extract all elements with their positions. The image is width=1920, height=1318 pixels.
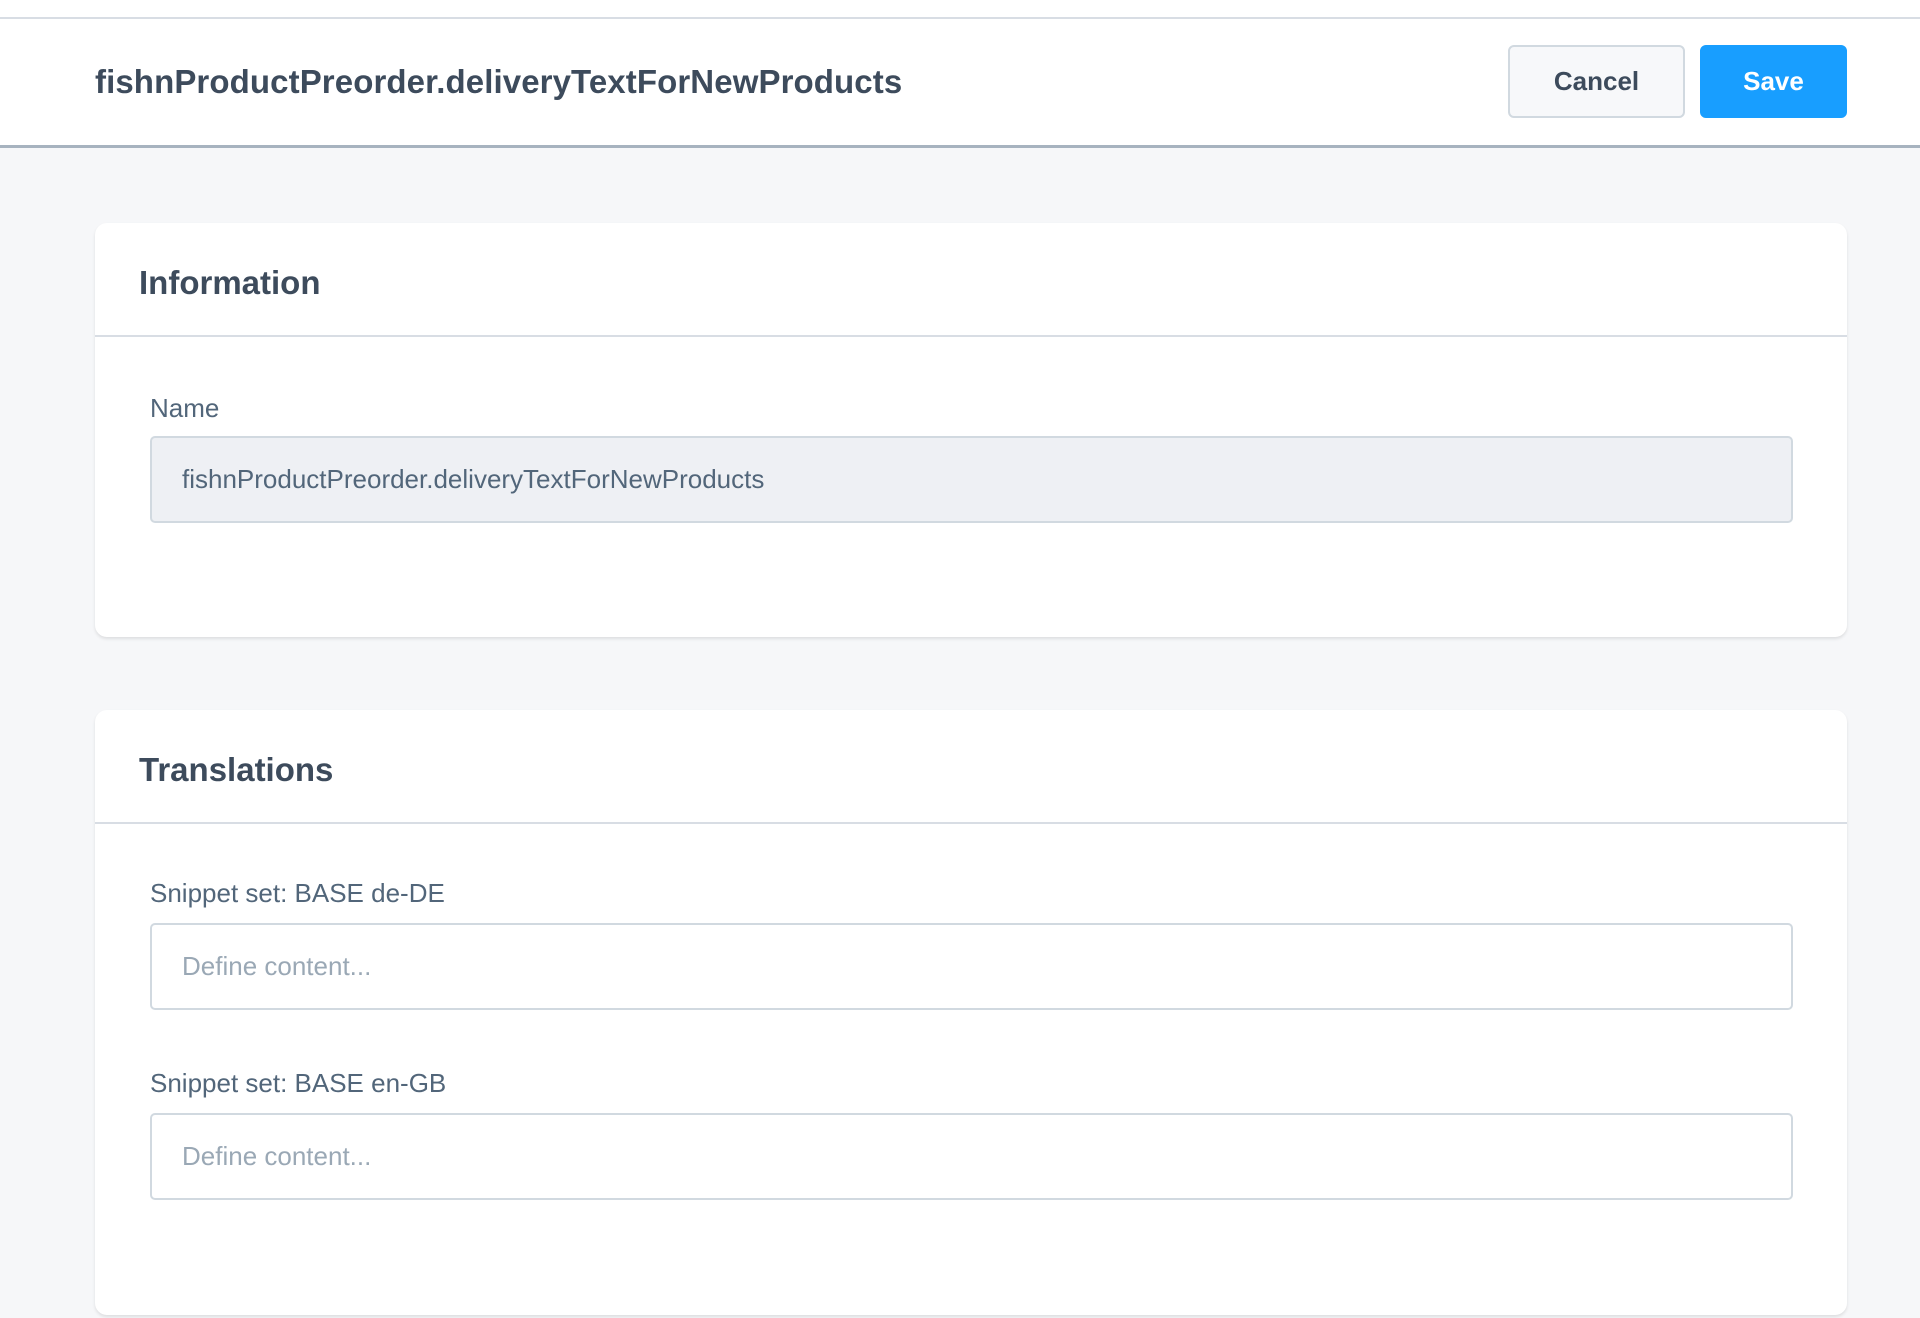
snippet-detail-page: fishnProductPreorder.deliveryTextForNewP… <box>0 0 1920 1318</box>
save-button[interactable]: Save <box>1700 45 1847 118</box>
page-title: fishnProductPreorder.deliveryTextForNewP… <box>95 63 903 100</box>
snippet-set-de-de-label: Snippet set: BASE de-DE <box>150 878 445 908</box>
top-strip <box>0 0 1920 19</box>
information-card-header: Information <box>95 223 1847 337</box>
snippet-set-en-gb-input[interactable] <box>150 1113 1793 1200</box>
smart-bar-header: fishnProductPreorder.deliveryTextForNewP… <box>0 19 1920 148</box>
information-card: Information Name <box>95 223 1847 637</box>
name-field-label: Name <box>150 393 220 423</box>
information-card-title: Information <box>139 264 321 301</box>
translations-card-title: Translations <box>139 751 334 788</box>
snippet-set-de-de-input[interactable] <box>150 923 1793 1010</box>
translations-card-header: Translations <box>95 710 1847 824</box>
translations-card: Translations Snippet set: BASE de-DE Sni… <box>95 710 1847 1315</box>
cancel-button[interactable]: Cancel <box>1508 45 1685 118</box>
snippet-set-en-gb-label: Snippet set: BASE en-GB <box>150 1068 447 1098</box>
name-field <box>150 436 1793 523</box>
